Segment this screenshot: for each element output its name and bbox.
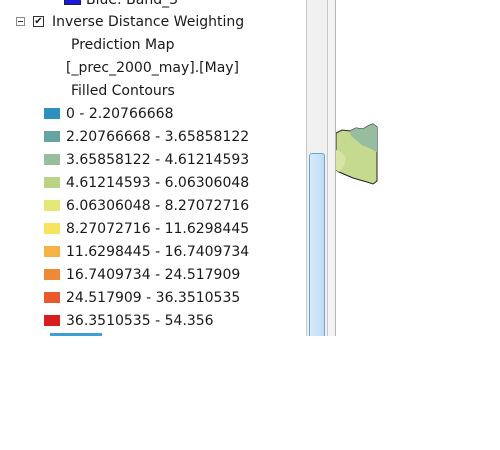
legend-label: 2.20766668 - 3.65858122 xyxy=(66,129,250,145)
legend-label: 6.06306048 - 8.27072716 xyxy=(66,198,250,214)
checkbox-checked-icon[interactable]: ✔ xyxy=(33,16,44,27)
selection-indicator xyxy=(50,333,102,336)
symbology-heading-filled-contours: Filled Contours xyxy=(71,83,175,99)
table-of-contents-panel: Blue: Band_3 ✔ Inverse Distance Weightin… xyxy=(0,0,308,336)
symbology-heading-field: [_prec_2000_may].[May] xyxy=(66,60,240,76)
legend-swatch xyxy=(44,200,60,211)
band-blue-swatch xyxy=(64,0,81,5)
map-view[interactable] xyxy=(335,0,500,336)
legend-swatch xyxy=(44,246,60,257)
legend-swatch xyxy=(44,177,60,188)
legend-swatch xyxy=(44,315,60,326)
legend-label: 11.6298445 - 16.7409734 xyxy=(66,244,250,260)
panel-splitter[interactable] xyxy=(328,0,336,336)
legend-swatch xyxy=(44,292,60,303)
legend-label: 3.65858122 - 4.61214593 xyxy=(66,152,250,168)
legend-swatch xyxy=(44,269,60,280)
legend-label: 24.517909 - 36.3510535 xyxy=(66,290,241,306)
map-canvas xyxy=(335,123,378,185)
legend-label: 8.27072716 - 11.6298445 xyxy=(66,221,250,237)
layer-name[interactable]: Inverse Distance Weighting xyxy=(52,11,244,33)
legend-label: 16.7409734 - 24.517909 xyxy=(66,267,241,283)
legend-label: 36.3510535 - 54.356 xyxy=(66,313,214,329)
scrollbar-thumb[interactable] xyxy=(309,153,325,336)
collapse-minus-icon[interactable] xyxy=(16,17,25,26)
legend-label: 0 - 2.20766668 xyxy=(66,106,174,122)
legend-swatch xyxy=(44,223,60,234)
toc-vertical-scrollbar[interactable] xyxy=(306,0,328,336)
legend-label: 4.61214593 - 6.06306048 xyxy=(66,175,250,191)
legend-swatch xyxy=(44,108,60,119)
legend-swatch xyxy=(44,131,60,142)
band-blue-label: Blue: Band_3 xyxy=(86,0,178,8)
legend-swatch xyxy=(44,154,60,165)
symbology-heading-prediction-map: Prediction Map xyxy=(71,37,175,53)
